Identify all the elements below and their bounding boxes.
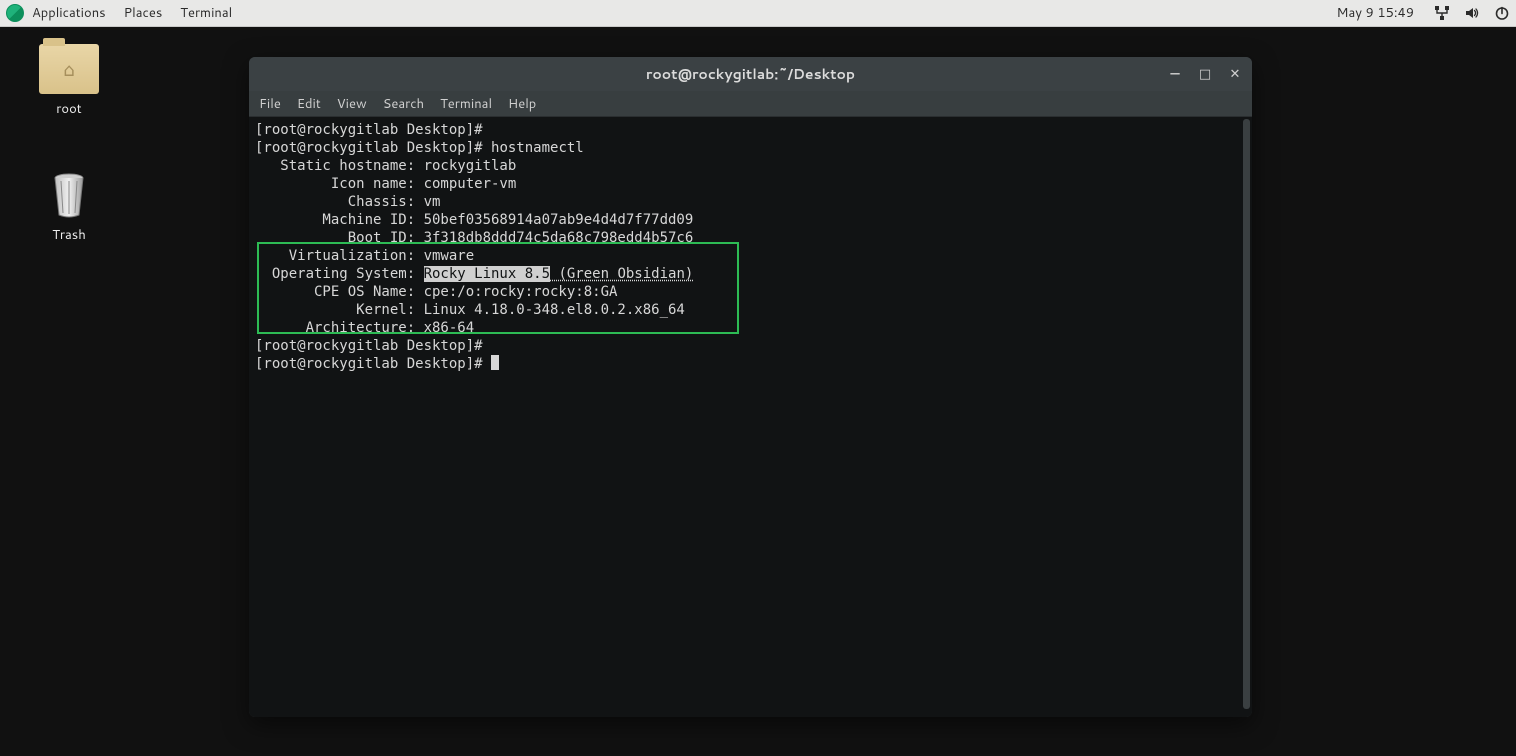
- output-line: Boot ID: 3f318db8ddd74c5da68c798edd4b57c…: [255, 230, 693, 246]
- terminal-body[interactable]: [root@rockygitlab Desktop]# [root@rockyg…: [249, 117, 1252, 717]
- folder-icon: ⌂: [39, 44, 99, 94]
- distro-logo-icon: [6, 4, 24, 22]
- desktop-icon-label: Trash: [24, 226, 114, 244]
- window-titlebar[interactable]: root@rockygitlab:~/Desktop — □ ✕: [249, 57, 1252, 91]
- highlighted-text: Rocky Linux 8.5: [424, 266, 550, 282]
- power-icon[interactable]: [1494, 5, 1510, 21]
- output-line: Kernel: Linux 4.18.0-348.el8.0.2.x86_64: [255, 302, 685, 318]
- output-line: Architecture: x86-64: [255, 320, 474, 336]
- output-line: Icon name: computer-vm: [255, 176, 516, 192]
- prompt: [root@rockygitlab Desktop]#: [255, 356, 491, 372]
- output-line: Operating System:: [255, 266, 424, 282]
- window-title: root@rockygitlab:~/Desktop: [646, 64, 855, 84]
- top-panel: Applications Places Terminal May 9 15:49: [0, 0, 1516, 27]
- menu-terminal[interactable]: Terminal: [440, 95, 492, 113]
- maximize-button[interactable]: □: [1196, 65, 1214, 83]
- network-icon[interactable]: [1434, 5, 1450, 21]
- scrollbar[interactable]: [1243, 119, 1250, 709]
- output-line: Virtualization: vmware: [255, 248, 474, 264]
- places-menu[interactable]: Places: [124, 4, 163, 22]
- clock[interactable]: May 9 15:49: [1337, 4, 1414, 22]
- applications-menu[interactable]: Applications: [32, 4, 106, 22]
- close-button[interactable]: ✕: [1226, 65, 1244, 83]
- menu-file[interactable]: File: [259, 95, 281, 113]
- home-icon: ⌂: [63, 56, 74, 82]
- output-line: (Green Obsidian): [550, 266, 693, 282]
- output-line: Static hostname: rockygitlab: [255, 158, 516, 174]
- prompt: [root@rockygitlab Desktop]#: [255, 122, 483, 138]
- output-line: Chassis: vm: [255, 194, 440, 210]
- output-line: Machine ID: 50bef03568914a07ab9e4d4d7f77…: [255, 212, 693, 228]
- prompt: [root@rockygitlab Desktop]#: [255, 140, 491, 156]
- command-text: hostnamectl: [491, 140, 584, 156]
- panel-menu: Applications Places Terminal: [32, 4, 232, 22]
- terminal-menubar: File Edit View Search Terminal Help: [249, 91, 1252, 117]
- volume-icon[interactable]: [1464, 5, 1480, 21]
- desktop-icon-label: root: [24, 100, 114, 118]
- prompt: [root@rockygitlab Desktop]#: [255, 338, 483, 354]
- cursor: [491, 355, 499, 370]
- menu-edit[interactable]: Edit: [297, 95, 321, 113]
- terminal-window: root@rockygitlab:~/Desktop — □ ✕ File Ed…: [249, 57, 1252, 717]
- menu-search[interactable]: Search: [383, 95, 424, 113]
- panel-tray: May 9 15:49: [1337, 4, 1510, 22]
- desktop-icon-trash[interactable]: Trash: [24, 170, 114, 244]
- menu-view[interactable]: View: [337, 95, 367, 113]
- trash-icon: [39, 170, 99, 220]
- desktop-icon-root[interactable]: ⌂ root: [24, 44, 114, 118]
- minimize-button[interactable]: —: [1166, 65, 1184, 83]
- output-line: CPE OS Name: cpe:/o:rocky:rocky:8:GA: [255, 284, 617, 300]
- menu-help[interactable]: Help: [508, 95, 536, 113]
- terminal-menu[interactable]: Terminal: [180, 4, 232, 22]
